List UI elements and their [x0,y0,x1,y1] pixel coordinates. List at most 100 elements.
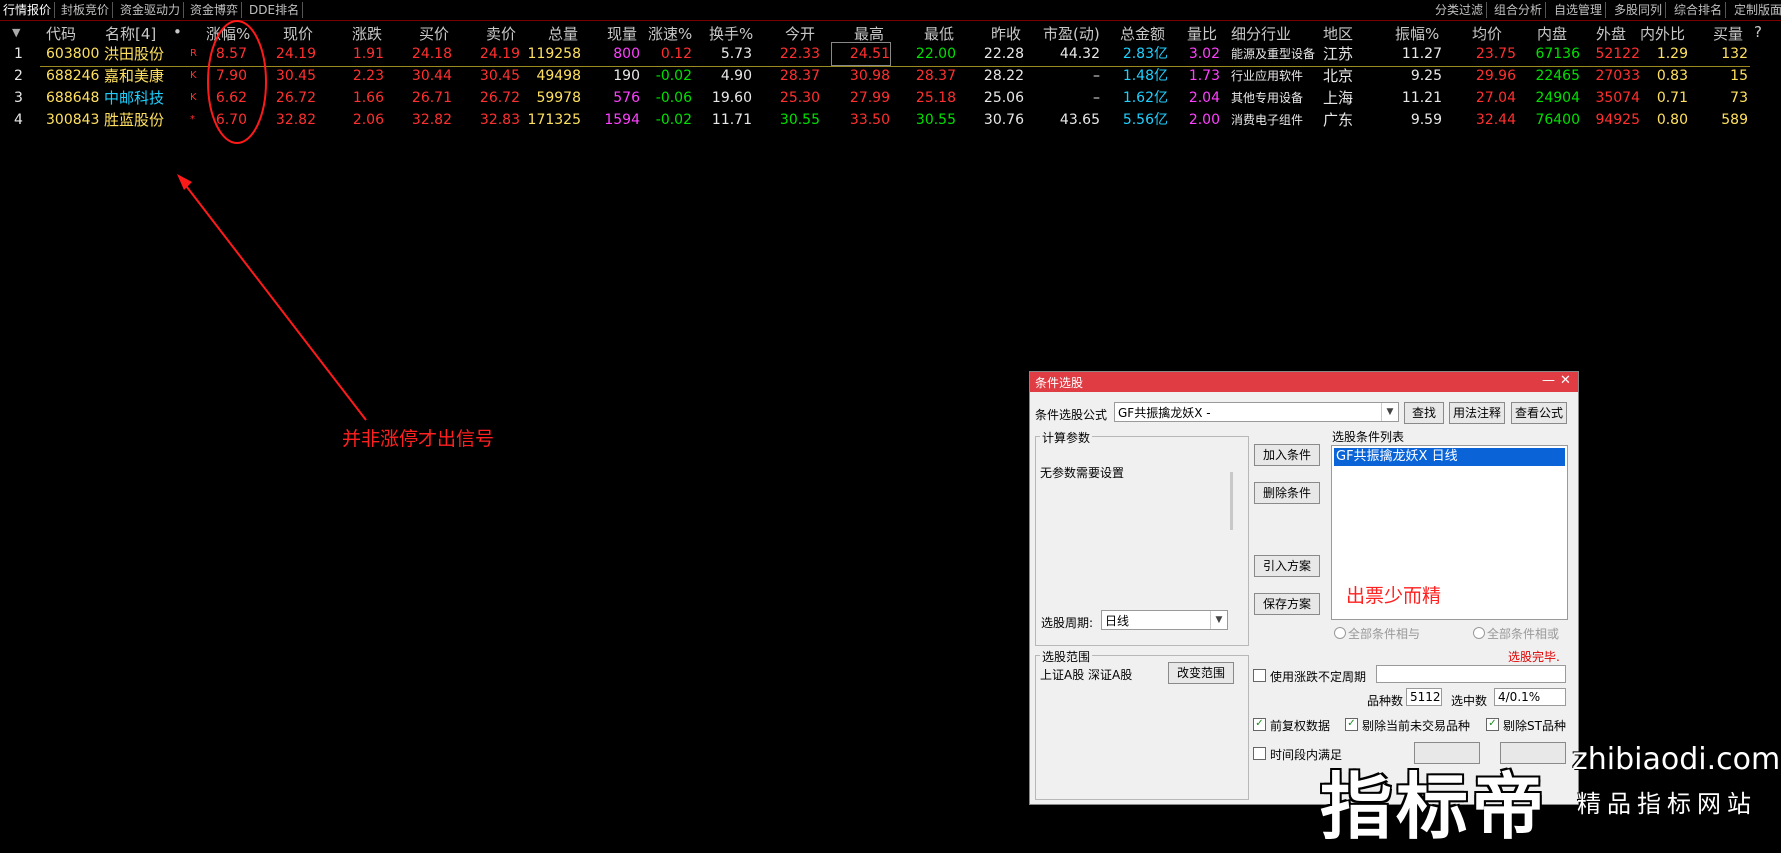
col-vol-ratio[interactable]: 量比 [1187,23,1217,44]
cell-amount: 5.56亿 [1122,112,1168,128]
col-open[interactable]: 今开 [785,23,815,44]
period-select[interactable]: 日线 ▼ [1101,610,1228,630]
prior-adjust-checkbox[interactable]: ✓ [1253,718,1266,731]
cell-chg: 2.23 [352,68,384,84]
cell-pe: – [1093,90,1100,106]
cell-prev: 25.06 [983,90,1024,106]
col-dot[interactable]: • [173,23,182,41]
cell-ask: 32.83 [479,112,520,128]
cell-turnover: 19.60 [711,90,752,106]
selected-label: 选中数 [1451,694,1488,708]
tab-custom-layout[interactable]: 定制版面 [1731,2,1781,18]
tab-category-filter[interactable]: 分类过滤 [1432,2,1488,18]
cell-industry: 行业应用软件 [1231,69,1304,83]
col-speed[interactable]: 涨速% [648,23,692,44]
tab-overall-rank[interactable]: 综合排名 [1671,2,1727,18]
cell-chg: 1.66 [352,90,384,106]
tab-limit-auction[interactable]: 封板竞价 [58,2,114,18]
col-ask[interactable]: 卖价 [486,23,516,44]
cell-idx: 4 [14,112,23,128]
col-io-ratio[interactable]: 内外比 [1640,23,1685,44]
chevron-down-icon[interactable]: ▼ [1210,611,1227,629]
col-price[interactable]: 现价 [283,23,313,44]
radio-or[interactable] [1473,627,1485,639]
condition-list-item[interactable]: GF共振擒龙妖X 日线 [1334,448,1565,466]
no-params-text: 无参数需要设置 [1040,466,1125,480]
cell-amount: 1.62亿 [1122,90,1168,106]
add-condition-button[interactable]: 加入条件 [1254,444,1320,466]
close-icon[interactable]: ✕ [1560,373,1571,388]
dialog-titlebar[interactable]: 条件选股 — ✕ [1030,372,1578,392]
table-row[interactable]: 3 688648 中邮科技 K 6.62 26.72 1.66 26.71 26.72 59978… [0,87,1781,109]
col-outer[interactable]: 外盘 [1596,23,1626,44]
cell-code: 300843 [46,112,100,128]
col-name[interactable]: 名称[4] [105,23,156,44]
delete-condition-button[interactable]: 删除条件 [1254,482,1320,504]
tab-dde-rank[interactable]: DDE排名 [246,2,304,18]
tab-quotes[interactable]: 行情报价 [0,2,56,18]
col-chg-pct[interactable]: 涨幅% [206,23,250,44]
radio-and[interactable] [1334,627,1346,639]
find-button[interactable]: 查找 [1404,402,1444,424]
tab-multi-stock[interactable]: 多股同列 [1611,2,1667,18]
col-amount[interactable]: 总金额 [1120,23,1165,44]
col-industry[interactable]: 细分行业 [1231,23,1291,44]
dialog-title: 条件选股 [1035,376,1084,390]
tab-fund-game[interactable]: 资金博弈 [187,2,243,18]
cell-outer: 35074 [1595,90,1640,106]
cell-pe: 43.65 [1059,112,1100,128]
use-period-checkbox[interactable] [1253,669,1266,682]
col-chg[interactable]: 涨跌 [352,23,382,44]
column-menu-icon[interactable]: ▼ [12,26,20,39]
col-bid[interactable]: 买价 [419,23,449,44]
tab-watchlist[interactable]: 自选管理 [1551,2,1607,18]
tab-fund-drive[interactable]: 资金驱动力 [117,2,185,18]
minimize-icon[interactable]: — [1542,373,1555,388]
cell-amplitude: 11.27 [1401,46,1442,62]
col-buy-vol[interactable]: 买量 [1713,23,1743,44]
cell-inner: 24904 [1535,90,1580,106]
cell-price: 30.45 [275,68,316,84]
col-avg[interactable]: 均价 [1472,23,1502,44]
cell-amplitude: 11.21 [1401,90,1442,106]
exclude-st-checkbox[interactable]: ✓ [1486,718,1499,731]
col-code[interactable]: 代码 [46,23,76,44]
cell-price: 32.82 [275,112,316,128]
table-row[interactable]: 1 603800 洪田股份 R 8.57 24.19 1.91 24.18 24.19 11925… [0,42,1781,66]
period-input[interactable] [1376,665,1566,683]
col-vol[interactable]: 总量 [548,23,578,44]
formula-label: 条件选股公式 [1035,408,1108,422]
table-row[interactable]: 4 300843 胜蓝股份 * 6.70 32.82 2.06 32.82 32.83 17132… [0,109,1781,131]
col-amplitude[interactable]: 振幅% [1395,23,1439,44]
cell-buy-vol: 15 [1730,68,1748,84]
col-inner[interactable]: 内盘 [1537,23,1567,44]
cell-idx: 2 [14,68,23,84]
time-range-checkbox[interactable] [1253,747,1266,760]
col-pe[interactable]: 市盈(动) [1043,23,1100,44]
exclude-notrade-checkbox[interactable]: ✓ [1345,718,1358,731]
cell-cur-vol: 576 [613,90,640,106]
chevron-down-icon[interactable]: ▼ [1381,403,1398,421]
usage-button[interactable]: 用法注释 [1449,402,1505,424]
import-plan-button[interactable]: 引入方案 [1254,555,1320,577]
cell-bid: 26.71 [411,90,452,106]
save-plan-button[interactable]: 保存方案 [1254,593,1320,615]
col-cur-vol[interactable]: 现量 [607,23,637,44]
params-scrollbar[interactable] [1230,472,1233,530]
col-high[interactable]: 最高 [854,23,884,44]
tab-combo-analysis[interactable]: 组合分析 [1491,2,1547,18]
formula-select[interactable]: GF共振擒龙妖X - ▼ [1114,402,1399,422]
cell-low: 28.37 [915,68,956,84]
col-region[interactable]: 地区 [1323,23,1353,44]
table-row[interactable]: 2 688246 嘉和美康 K 7.90 30.45 2.23 30.44 30.45 49498… [0,65,1781,87]
view-formula-button[interactable]: 查看公式 [1511,402,1567,424]
cell-avg: 23.75 [1475,46,1516,62]
col-low[interactable]: 最低 [924,23,954,44]
col-prev[interactable]: 昨收 [991,23,1021,44]
radio-and-label: 全部条件相与 [1348,627,1421,641]
prior-adjust-label: 前复权数据 [1270,719,1331,733]
col-help[interactable]: ? [1754,23,1762,41]
col-turnover[interactable]: 换手% [709,23,753,44]
cell-io-ratio: 0.80 [1656,112,1688,128]
change-range-button[interactable]: 改变范围 [1168,662,1234,684]
